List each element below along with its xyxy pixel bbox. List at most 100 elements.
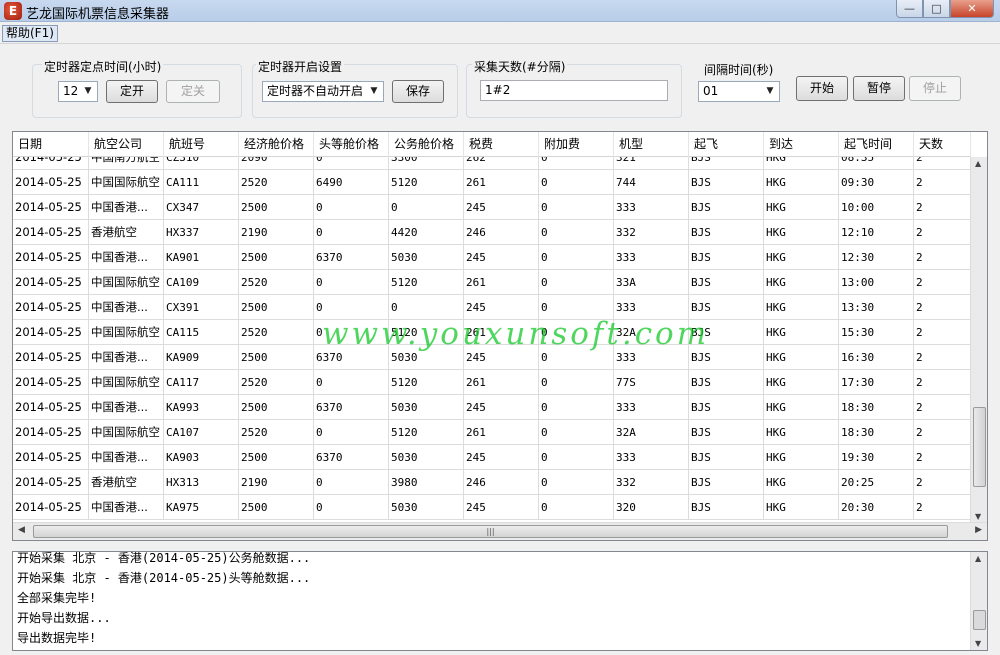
table-cell: 中国香港... — [89, 345, 164, 370]
table-row[interactable]: 2014-05-25 中国国际航空 CA107 2520 0 5120 261 0 32A BJS… — [13, 420, 971, 445]
table-cell: BJS — [689, 157, 764, 170]
column-header[interactable]: 头等舱价格 — [314, 132, 389, 157]
table-row[interactable]: 2014-05-25 中国国际航空 CA109 2520 0 5120 261 0 33A BJS… — [13, 270, 971, 295]
grid-vertical-scroll-thumb[interactable] — [973, 407, 986, 487]
table-cell: 32A — [614, 420, 689, 445]
table-cell: 中国南方航空 — [89, 157, 164, 170]
table-cell: 2014-05-25 — [13, 220, 89, 245]
column-header[interactable]: 到达 — [764, 132, 839, 157]
table-row[interactable]: 2014-05-25 香港航空 HX337 2190 0 4420 246 0 332 BJS HK… — [13, 220, 971, 245]
log-textarea[interactable]: 开始采集 北京 - 香港(2014-05-25)公务舱数据... 开始采集 北京 … — [12, 551, 988, 651]
column-header[interactable]: 附加费 — [539, 132, 614, 157]
table-cell: 333 — [614, 195, 689, 220]
grid-horizontal-scrollbar[interactable]: ◀ ||| ▶ — [13, 522, 987, 540]
stop-button[interactable]: 停止 — [909, 76, 961, 101]
save-button[interactable]: 保存 — [392, 80, 444, 103]
table-cell: HKG — [764, 320, 839, 345]
column-header[interactable]: 经济舱价格 — [239, 132, 314, 157]
table-cell: 18:30 — [839, 395, 914, 420]
table-cell: BJS — [689, 220, 764, 245]
table-cell: HKG — [764, 470, 839, 495]
log-line: 全部采集完毕! — [17, 591, 97, 605]
column-header[interactable]: 航空公司 — [89, 132, 164, 157]
table-row[interactable]: 2014-05-25 中国香港... KA975 2500 0 5030 245 0 320 BJ… — [13, 495, 971, 520]
table-cell: 5120 — [389, 170, 464, 195]
log-lines: 开始采集 北京 - 香港(2014-05-25)公务舱数据... 开始采集 北京 … — [17, 552, 310, 648]
table-cell: 2520 — [239, 170, 314, 195]
grid-vertical-scrollbar[interactable]: ▲ ▼ — [970, 157, 987, 523]
table-cell: HKG — [764, 495, 839, 520]
interval-select[interactable]: 01 ▼ — [698, 81, 780, 102]
scroll-down-icon[interactable]: ▼ — [975, 639, 981, 648]
hour-select[interactable]: 12 ▼ — [58, 81, 98, 102]
table-row[interactable]: 2014-05-25 中国香港... KA901 2500 6370 5030 245 0 33… — [13, 245, 971, 270]
table-cell: CA107 — [164, 420, 239, 445]
table-cell: 0 — [539, 245, 614, 270]
close-button[interactable]: ✕ — [950, 0, 994, 18]
table-row[interactable]: 2014-05-25 香港航空 HX313 2190 0 3980 246 0 332 BJS HK… — [13, 470, 971, 495]
log-line: 开始导出数据... — [17, 611, 111, 625]
minimize-button[interactable]: — — [896, 0, 923, 18]
table-cell: BJS — [689, 270, 764, 295]
start-button[interactable]: 开始 — [796, 76, 848, 101]
table-row[interactable]: 2014-05-25 中国国际航空 CA117 2520 0 5120 261 0 77S BJS… — [13, 370, 971, 395]
table-cell: 中国香港... — [89, 395, 164, 420]
table-cell: 2500 — [239, 495, 314, 520]
table-row[interactable]: 2014-05-25 中国香港... KA903 2500 6370 5030 245 0 33… — [13, 445, 971, 470]
table-cell: 0 — [314, 157, 389, 170]
column-header[interactable]: 税费 — [464, 132, 539, 157]
table-cell: 12:30 — [839, 245, 914, 270]
column-header[interactable]: 公务舱价格 — [389, 132, 464, 157]
table-cell: 中国国际航空 — [89, 270, 164, 295]
column-header[interactable]: 机型 — [614, 132, 689, 157]
table-cell: 中国香港... — [89, 245, 164, 270]
table-cell: 19:30 — [839, 445, 914, 470]
column-header[interactable]: 起飞时间 — [839, 132, 914, 157]
scroll-left-icon[interactable]: ◀ — [18, 525, 25, 535]
table-row[interactable]: 2014-05-25 中国国际航空 CA111 2520 6490 5120 261 0 744… — [13, 170, 971, 195]
table-cell: 2014-05-25 — [13, 195, 89, 220]
table-cell: 0 — [539, 370, 614, 395]
table-cell: 2014-05-25 — [13, 370, 89, 395]
column-header[interactable]: 天数 — [914, 132, 971, 157]
scroll-right-icon[interactable]: ▶ — [975, 525, 982, 535]
table-cell: 2190 — [239, 220, 314, 245]
table-cell: 5030 — [389, 245, 464, 270]
pause-button[interactable]: 暂停 — [853, 76, 905, 101]
table-cell: 4420 — [389, 220, 464, 245]
table-row[interactable]: 2014-05-25 中国香港... KA993 2500 6370 5030 245 0 33… — [13, 395, 971, 420]
table-cell: 320 — [614, 495, 689, 520]
log-vertical-scrollbar[interactable]: ▲ ▼ — [970, 552, 987, 650]
column-header[interactable]: 日期 — [13, 132, 89, 157]
timer-on-button[interactable]: 定开 — [106, 80, 158, 103]
days-label: 采集天数(#分隔) — [472, 58, 568, 75]
table-cell: 262 — [464, 157, 539, 170]
table-cell: 2 — [914, 220, 971, 245]
table-row[interactable]: 2014-05-25 中国香港... CX347 2500 0 0 245 0 333 BJS HK… — [13, 195, 971, 220]
table-cell: CA115 — [164, 320, 239, 345]
table-cell: 2090 — [239, 157, 314, 170]
table-cell: 2 — [914, 270, 971, 295]
log-scroll-thumb[interactable] — [973, 610, 986, 630]
table-cell: HKG — [764, 195, 839, 220]
menu-bar: 帮助(F1) — [0, 23, 1000, 44]
table-cell: KA909 — [164, 345, 239, 370]
scroll-up-icon[interactable]: ▲ — [975, 554, 981, 563]
column-header[interactable]: 起飞 — [689, 132, 764, 157]
timer-mode-label: 定时器开启设置 — [256, 58, 345, 75]
scroll-down-icon[interactable]: ▼ — [975, 512, 981, 521]
timer-mode-select[interactable]: 定时器不自动开启 ▼ — [262, 81, 384, 102]
table-cell: BJS — [689, 170, 764, 195]
grid-horizontal-scroll-thumb[interactable]: ||| — [33, 525, 948, 538]
menu-help[interactable]: 帮助(F1) — [2, 25, 58, 42]
days-input[interactable]: 1#2 — [480, 80, 668, 101]
maximize-button[interactable]: □ — [923, 0, 950, 18]
table-cell: HKG — [764, 245, 839, 270]
timer-off-button[interactable]: 定关 — [166, 80, 220, 103]
table-cell: 2500 — [239, 445, 314, 470]
scroll-up-icon[interactable]: ▲ — [975, 159, 981, 168]
table-cell: 5120 — [389, 270, 464, 295]
table-cell: 10:00 — [839, 195, 914, 220]
table-row[interactable]: 2014-05-25 中国南方航空 CZ310 2090 0 3300 262 0 321 BJS… — [13, 157, 971, 170]
column-header[interactable]: 航班号 — [164, 132, 239, 157]
